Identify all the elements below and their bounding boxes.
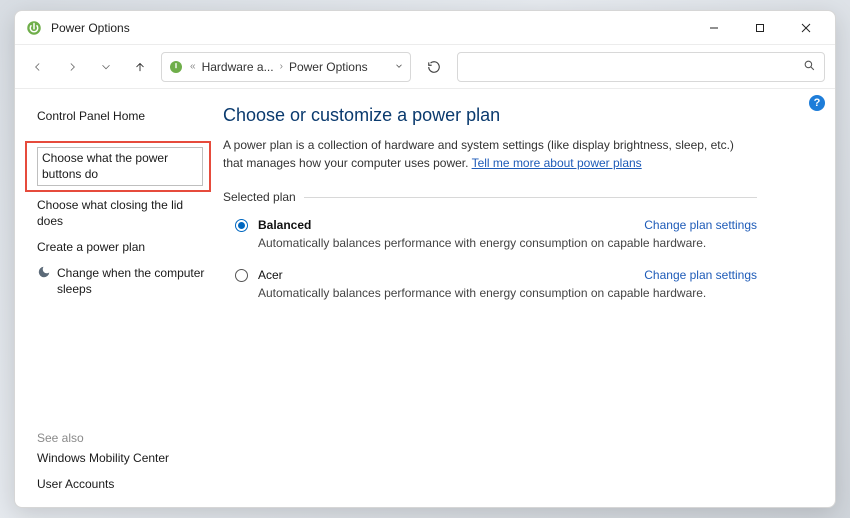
plan-name[interactable]: Acer	[258, 268, 283, 282]
group-label-text: Selected plan	[223, 190, 296, 204]
address-dropdown-icon[interactable]	[394, 60, 404, 74]
breadcrumb-hardware[interactable]: Hardware a...	[202, 60, 274, 74]
sidebar-item-label: Choose what the power buttons do	[37, 147, 203, 185]
power-options-icon	[25, 19, 43, 37]
maximize-button[interactable]	[737, 13, 783, 43]
plan-name[interactable]: Balanced	[258, 218, 311, 232]
nav-recent-dropdown[interactable]	[93, 54, 119, 80]
main-panel: Choose or customize a power plan A power…	[215, 89, 785, 507]
plan-description: Automatically balances performance with …	[235, 236, 757, 250]
breadcrumb-power-options[interactable]: Power Options	[289, 60, 368, 74]
sidebar-item-label: Change when the computer sleeps	[57, 265, 205, 297]
see-also-heading: See also	[37, 419, 205, 445]
address-bar[interactable]: « Hardware a... › Power Options	[161, 52, 411, 82]
page-heading: Choose or customize a power plan	[223, 105, 757, 126]
sidebar: Control Panel Home Choose what the power…	[15, 89, 215, 507]
selected-plan-group: Selected plan	[223, 190, 757, 204]
sidebar-control-panel-home[interactable]: Control Panel Home	[37, 103, 205, 129]
sidebar-choose-closing-lid[interactable]: Choose what closing the lid does	[37, 192, 205, 234]
minimize-button[interactable]	[691, 13, 737, 43]
sidebar-change-sleep[interactable]: Change when the computer sleeps	[37, 260, 205, 302]
change-plan-settings-link[interactable]: Change plan settings	[644, 218, 757, 232]
breadcrumb-prefix: «	[188, 61, 198, 72]
power-options-window: Power Options « Hardware a... › Power Op…	[14, 10, 836, 508]
learn-more-link[interactable]: Tell me more about power plans	[472, 156, 642, 170]
sidebar-create-power-plan[interactable]: Create a power plan	[37, 234, 205, 260]
titlebar: Power Options	[15, 11, 835, 45]
change-plan-settings-link[interactable]: Change plan settings	[644, 268, 757, 282]
help-icon[interactable]: ?	[809, 95, 825, 111]
nav-back-button[interactable]	[25, 54, 51, 80]
nav-toolbar: « Hardware a... › Power Options	[15, 45, 835, 89]
window-title: Power Options	[51, 21, 130, 35]
nav-up-button[interactable]	[127, 54, 153, 80]
search-icon	[803, 59, 816, 75]
sidebar-mobility-center[interactable]: Windows Mobility Center	[37, 445, 205, 471]
power-plan-acer: Acer Change plan settings Automatically …	[223, 264, 757, 314]
plan-radio-acer[interactable]	[235, 269, 248, 282]
close-button[interactable]	[783, 13, 829, 43]
content-area: ? Control Panel Home Choose what the pow…	[15, 89, 835, 507]
power-plan-balanced: Balanced Change plan settings Automatica…	[223, 214, 757, 264]
search-input[interactable]	[457, 52, 825, 82]
plan-radio-balanced[interactable]	[235, 219, 248, 232]
power-options-icon	[168, 59, 184, 75]
plan-description: Automatically balances performance with …	[235, 286, 757, 300]
page-description: A power plan is a collection of hardware…	[223, 136, 757, 172]
sidebar-choose-power-buttons[interactable]: Choose what the power buttons do	[25, 141, 211, 191]
chevron-right-icon: ›	[278, 61, 285, 72]
divider	[304, 197, 757, 198]
nav-forward-button[interactable]	[59, 54, 85, 80]
refresh-button[interactable]	[419, 60, 449, 74]
moon-icon	[37, 265, 51, 279]
sidebar-user-accounts[interactable]: User Accounts	[37, 471, 205, 497]
